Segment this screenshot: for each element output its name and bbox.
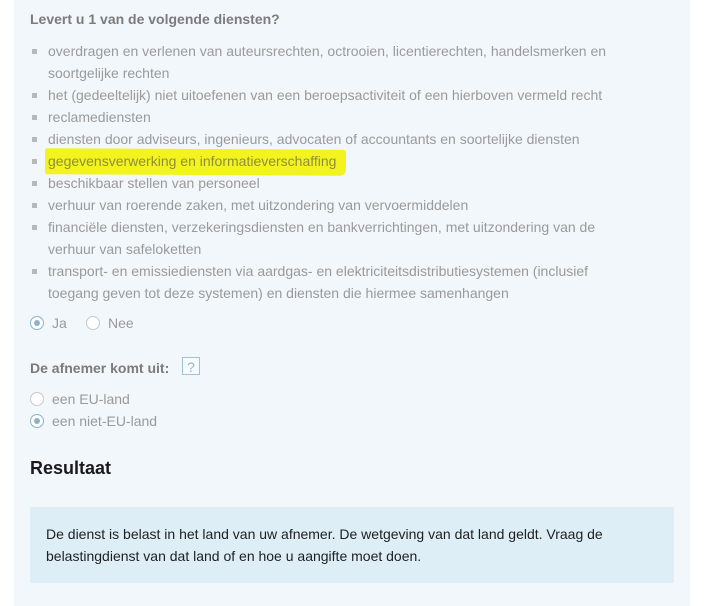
list-item-highlighted: gegevensverwerking en informatieverschaf… bbox=[30, 150, 640, 172]
radio-ja[interactable]: Ja bbox=[30, 315, 67, 331]
list-item: financiële diensten, verzekeringsdienste… bbox=[30, 216, 640, 260]
list-item: het (gedeeltelijk) niet uitoefenen van e… bbox=[30, 84, 640, 106]
bullet-icon bbox=[32, 203, 37, 208]
bullet-icon bbox=[32, 115, 37, 120]
result-title: Resultaat bbox=[30, 458, 112, 478]
radio-ja-label: Ja bbox=[52, 315, 67, 331]
radio-nee-label: Nee bbox=[108, 315, 134, 331]
highlight-marker: gegevensverwerking en informatieverschaf… bbox=[48, 150, 336, 172]
list-item: beschikbaar stellen van personeel bbox=[30, 172, 640, 194]
bullet-icon bbox=[32, 93, 37, 98]
radio-button[interactable] bbox=[30, 392, 44, 406]
radio-eu-land-label: een EU-land bbox=[52, 391, 130, 407]
result-text: De dienst is belast in het land van uw a… bbox=[46, 526, 603, 564]
radio-button[interactable] bbox=[86, 316, 100, 330]
bullet-icon bbox=[32, 137, 37, 142]
bullet-icon bbox=[32, 159, 37, 164]
question-services-label: Levert u 1 van de volgende diensten? bbox=[30, 11, 280, 27]
radio-niet-eu-land[interactable]: een niet-EU-land bbox=[30, 413, 157, 429]
form-panel: Levert u 1 van de volgende diensten? ove… bbox=[14, 0, 690, 606]
bullet-icon bbox=[32, 181, 37, 186]
help-button[interactable]: ? bbox=[182, 357, 200, 375]
radio-eu-land[interactable]: een EU-land bbox=[30, 391, 130, 407]
bullet-icon bbox=[32, 225, 37, 230]
services-list: overdragen en verlenen van auteursrechte… bbox=[30, 40, 640, 304]
question-afnemer-label: De afnemer komt uit: bbox=[30, 360, 170, 376]
list-item: diensten door adviseurs, ingenieurs, adv… bbox=[30, 128, 640, 150]
list-item: transport- en emissiediensten via aardga… bbox=[30, 260, 640, 304]
list-item: overdragen en verlenen van auteursrechte… bbox=[30, 40, 640, 84]
list-item: verhuur van roerende zaken, met uitzonde… bbox=[30, 194, 640, 216]
radio-button-selected[interactable] bbox=[30, 316, 44, 330]
result-box: De dienst is belast in het land van uw a… bbox=[30, 507, 674, 583]
radio-nee[interactable]: Nee bbox=[86, 315, 134, 331]
radio-button-selected[interactable] bbox=[30, 414, 44, 428]
bullet-icon bbox=[32, 269, 37, 274]
list-item: reclamediensten bbox=[30, 106, 640, 128]
radio-niet-eu-land-label: een niet-EU-land bbox=[52, 413, 158, 429]
bullet-icon bbox=[32, 49, 37, 54]
